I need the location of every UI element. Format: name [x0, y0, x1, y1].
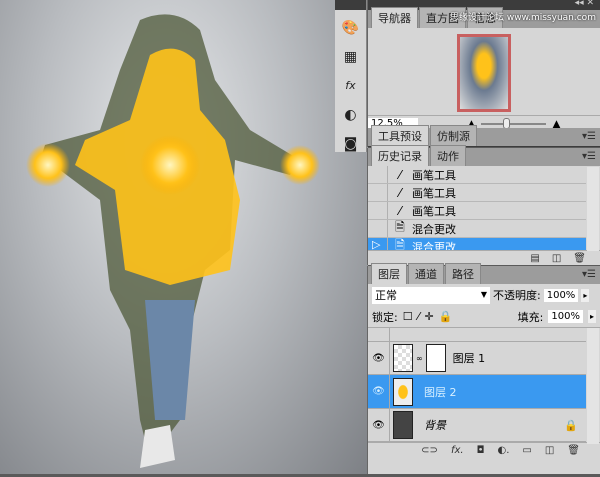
eye-icon[interactable]: 👁 — [368, 375, 390, 408]
document-icon: 🗎 — [395, 238, 405, 250]
tab-actions[interactable]: 动作 — [430, 145, 466, 166]
lock-all-icon[interactable]: 🔒 — [439, 310, 453, 323]
history-scrollbar[interactable] — [587, 167, 599, 251]
navigator-tabs: 导航器 直方图 信息 思缘设计论坛 www.missyuan.com — [368, 7, 600, 28]
opacity-field[interactable]: 100% — [543, 288, 579, 302]
link-icon: ∞ — [416, 353, 423, 363]
navigator-panel: ◂◂ ✕ 导航器 直方图 信息 思缘设计论坛 www.missyuan.com … — [367, 0, 600, 131]
eye-icon[interactable]: 👁 — [368, 409, 390, 441]
tab-navigator[interactable]: 导航器 — [371, 7, 418, 28]
add-mask-icon[interactable]: ◘ — [477, 445, 485, 456]
opacity-arrow[interactable]: ▸ — [581, 288, 590, 302]
new-layer-icon[interactable]: ◫ — [545, 445, 554, 456]
zoom-slider[interactable] — [480, 117, 546, 129]
trash-icon[interactable]: 🗑 — [573, 253, 586, 264]
tab-channels[interactable]: 通道 — [408, 263, 444, 284]
tab-paths[interactable]: 路径 — [445, 263, 481, 284]
tab-history[interactable]: 历史记录 — [371, 145, 429, 166]
canvas-artwork — [26, 14, 320, 468]
layers-scrollbar[interactable] — [587, 328, 599, 444]
blend-mode-select[interactable]: 正常 ▼ — [372, 286, 490, 304]
lock-icon: 🔒 — [564, 418, 578, 432]
eye-icon[interactable]: 👁 — [368, 342, 390, 374]
document-canvas[interactable] — [0, 0, 368, 474]
tab-layers[interactable]: 图层 — [371, 263, 407, 284]
history-panel: 历史记录 动作 ▾☰ ⁄ 画笔工具 ⁄ 画笔工具 ⁄ 画笔工具 🗎 混合更改 ▷ 🗎 混合更… — [367, 145, 600, 265]
navigator-thumbnail[interactable] — [457, 34, 511, 112]
adjustments-icon[interactable]: ◐ — [342, 106, 360, 124]
layer-row-partial[interactable] — [368, 328, 586, 342]
watermark: 思缘设计论坛 www.missyuan.com — [450, 13, 596, 23]
mask-thumbnail[interactable] — [425, 344, 446, 372]
history-item[interactable]: ⁄ 画笔工具 — [368, 166, 586, 184]
new-document-icon[interactable]: ▤ — [530, 253, 539, 264]
panel-menu-icon[interactable]: ▾☰ — [582, 269, 596, 280]
link-layers-icon[interactable]: ⊂⊃ — [421, 445, 438, 456]
tab-tool-presets[interactable]: 工具预设 — [371, 125, 429, 146]
panel-icon-strip: 🎨 ▦ fx ◐ ◙ — [335, 0, 367, 152]
layer-row[interactable]: 👁 ∞ 图层 1 — [368, 342, 586, 375]
brush-icon: ⁄ — [398, 185, 401, 200]
adjustment-layer-icon[interactable]: ◐. — [497, 445, 509, 456]
lock-paint-icon[interactable]: ⁄ — [418, 310, 420, 323]
lock-transparent-icon[interactable]: ☐ — [403, 310, 413, 323]
collapse-icon[interactable]: ◂◂ ✕ — [575, 0, 594, 8]
color-palette-icon[interactable]: 🎨 — [342, 19, 360, 37]
fill-arrow[interactable]: ▸ — [587, 310, 596, 323]
panel-menu-icon[interactable]: ▾☰ — [582, 151, 596, 162]
panel-menu-icon[interactable]: ▾☰ — [582, 131, 596, 142]
layer-thumbnail — [393, 344, 413, 372]
fill-field[interactable]: 100% — [548, 310, 583, 323]
layer-thumbnail — [393, 377, 413, 406]
layer-row-selected[interactable]: 👁 图层 2 — [368, 375, 586, 409]
new-snapshot-icon[interactable]: ◫ — [552, 253, 561, 264]
layer-row[interactable]: 👁 背景 🔒 — [368, 409, 586, 442]
lock-move-icon[interactable]: ✛ — [424, 310, 433, 323]
history-item-selected[interactable]: ▷ 🗎 混合更改 — [368, 238, 586, 250]
layer-thumbnail — [393, 411, 413, 439]
chevron-down-icon: ▼ — [480, 289, 487, 299]
trash-icon[interactable]: 🗑 — [567, 445, 580, 456]
brush-icon: ⁄ — [398, 167, 401, 182]
brush-icon: ⁄ — [398, 203, 401, 218]
mask-icon[interactable]: ◙ — [342, 135, 360, 153]
styles-fx-icon[interactable]: fx — [342, 77, 360, 95]
fx-icon[interactable]: fx. — [451, 445, 464, 456]
history-item[interactable]: ⁄ 画笔工具 — [368, 184, 586, 202]
swatches-grid-icon[interactable]: ▦ — [342, 48, 360, 66]
tab-clone-source[interactable]: 仿制源 — [430, 125, 477, 146]
group-folder-icon[interactable]: ▭ — [522, 445, 531, 456]
layers-panel: 图层 通道 路径 ▾☰ 正常 ▼ 不透明度: 100% ▸ 锁定: ☐ ⁄ ✛ 🔒… — [367, 263, 600, 474]
